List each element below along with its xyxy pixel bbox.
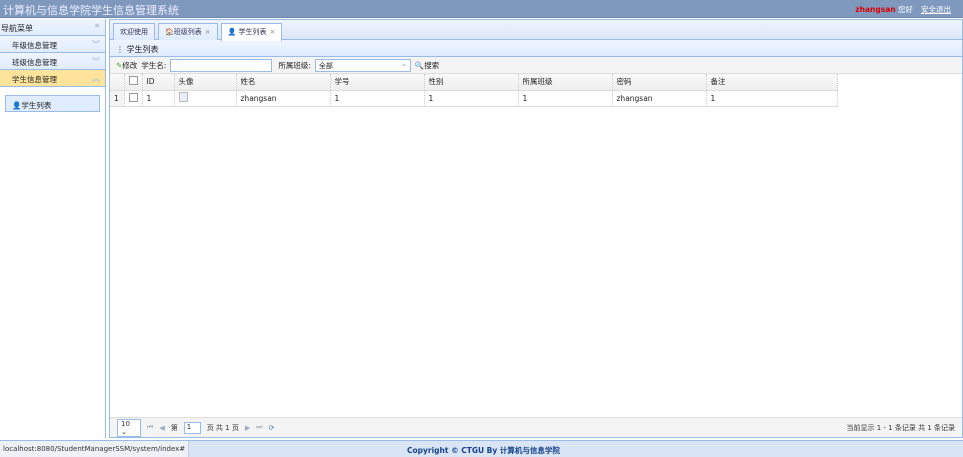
- header: 计算机与信息学院学生信息管理系统 zhangsan 您好 安全退出: [0, 0, 963, 18]
- sidebar-title: 导航菜单 «: [0, 19, 105, 36]
- class-select[interactable]: 全部 ⌄: [314, 58, 411, 72]
- sidebar-subitem-student-list[interactable]: 👤学生列表: [5, 95, 100, 112]
- menu-icon: ⋮: [116, 45, 127, 54]
- tab-label: 欢迎使用: [120, 28, 148, 36]
- user-icon: 👤: [12, 101, 22, 110]
- broken-image-icon: [178, 92, 188, 102]
- page-size-value: 10: [121, 419, 130, 428]
- search-button[interactable]: 🔍搜索: [415, 60, 439, 71]
- page-input[interactable]: 1: [183, 421, 201, 434]
- close-icon[interactable]: ×: [270, 28, 276, 36]
- cell-password: zhangsan: [612, 90, 707, 107]
- sidebar-item-student[interactable]: 学生信息管理 ︽: [0, 70, 105, 87]
- select-all-checkbox[interactable]: [128, 76, 138, 86]
- chevron-down-icon: ⌄: [400, 59, 407, 68]
- col-password[interactable]: 密码: [612, 74, 707, 91]
- panel-title: ⋮ 学生列表: [110, 40, 962, 57]
- page-size-select[interactable]: 10 ⌄: [117, 418, 141, 437]
- tab-student-list[interactable]: 👤 学生列表 ×: [220, 23, 283, 41]
- sidebar-item-label: 班级信息管理: [12, 58, 57, 67]
- col-avatar[interactable]: 头像: [174, 74, 237, 91]
- chevron-up-icon: ︽: [92, 74, 100, 83]
- home-icon: 🏠: [165, 28, 174, 36]
- class-select-value: 全部: [318, 61, 333, 70]
- collapse-icon[interactable]: «: [94, 21, 100, 31]
- select-all-checkbox-cell: [124, 74, 143, 91]
- toolbar: ✎修改 学生名: 所属班级: 全部 ⌄ 🔍搜索: [110, 57, 962, 74]
- page-suffix: 页 共 1 页: [206, 423, 239, 432]
- cell-name: zhangsan: [236, 90, 331, 107]
- edit-label: 修改: [122, 60, 138, 70]
- table-header: ID 头像 姓名 学号 性别 所属班级 密码 备注: [110, 74, 838, 91]
- close-icon[interactable]: ×: [205, 28, 211, 36]
- prev-page-icon[interactable]: ◀: [159, 424, 164, 432]
- page-prefix: 第: [170, 423, 178, 432]
- pagination-info: 当前显示 1 - 1 条记录 共 1 条记录: [846, 423, 955, 432]
- panel-title-text: 学生列表: [126, 45, 159, 54]
- col-class[interactable]: 所属班级: [518, 74, 613, 91]
- sidebar-title-text: 导航菜单: [1, 24, 33, 33]
- chevron-down-icon: ︾: [92, 40, 100, 49]
- cell-class: 1: [518, 90, 613, 107]
- row-number: 1: [110, 90, 125, 107]
- col-id[interactable]: ID: [142, 74, 175, 91]
- col-sex[interactable]: 性别: [424, 74, 519, 91]
- refresh-icon[interactable]: ⟳: [269, 424, 275, 432]
- app-title: 计算机与信息学院学生信息管理系统: [3, 4, 179, 17]
- sidebar-item-label: 年级信息管理: [12, 41, 57, 50]
- pagination: 10 ⌄ ⏮ ◀ 第 1 页 共 1 页 ▶ ⏭ ⟳ 当前显示 1 - 1 条记…: [110, 417, 962, 437]
- status-url: localhost:8080/StudentManagerSSM/system/…: [0, 441, 190, 457]
- user-icon: 👤: [227, 28, 237, 36]
- greeting: 您好: [898, 5, 913, 14]
- table-row[interactable]: 1 1 zhangsan 1 1 1 zhangsan 1: [110, 90, 838, 107]
- row-checkbox[interactable]: [128, 92, 138, 102]
- tab-class-list[interactable]: 🏠班级列表 ×: [158, 23, 218, 40]
- search-icon: 🔍: [414, 60, 425, 70]
- col-remark[interactable]: 备注: [706, 74, 838, 91]
- col-name[interactable]: 姓名: [236, 74, 331, 91]
- cell-id: 1: [142, 90, 175, 107]
- tab-welcome[interactable]: 欢迎使用: [113, 23, 155, 40]
- row-checkbox-cell: [124, 90, 143, 107]
- tab-label: 班级列表: [173, 28, 202, 36]
- student-name-input[interactable]: [170, 58, 273, 72]
- logout-link[interactable]: 安全退出: [921, 5, 951, 14]
- first-page-icon[interactable]: ⏮: [147, 423, 153, 432]
- cell-sn: 1: [330, 90, 425, 107]
- cell-sex: 1: [424, 90, 519, 107]
- subitem-label: 学生列表: [21, 101, 52, 110]
- footer: localhost:8080/StudentManagerSSM/system/…: [0, 440, 963, 457]
- tab-bar: 欢迎使用 🏠班级列表 × 👤 学生列表 ×: [110, 20, 962, 41]
- name-label: 学生名:: [141, 60, 167, 70]
- sidebar: 导航菜单 « 年级信息管理 ︾ 班级信息管理 ︾ 学生信息管理 ︽ 👤学生列表: [0, 19, 106, 438]
- chevron-down-icon: ︾: [92, 57, 100, 66]
- col-sn[interactable]: 学号: [330, 74, 425, 91]
- sidebar-item-grade[interactable]: 年级信息管理 ︾: [0, 36, 105, 53]
- cell-remark: 1: [706, 90, 838, 107]
- tab-label: 学生列表: [238, 28, 267, 36]
- cell-avatar: [174, 90, 237, 107]
- sidebar-item-label: 学生信息管理: [12, 75, 57, 84]
- last-page-icon[interactable]: ⏭: [256, 423, 262, 432]
- row-number-header: [110, 74, 125, 91]
- copyright: Copyright © CTGU By 计算机与信息学院: [407, 446, 560, 455]
- username: zhangsan: [855, 5, 896, 14]
- sidebar-item-class[interactable]: 班级信息管理 ︾: [0, 53, 105, 70]
- class-label: 所属班级:: [278, 60, 311, 70]
- edit-button[interactable]: ✎修改: [116, 60, 137, 71]
- main-panel: 欢迎使用 🏠班级列表 × 👤 学生列表 × ⋮ 学生列表 ✎修改 学生名: 所属班级…: [109, 19, 963, 438]
- search-label: 搜索: [424, 60, 440, 70]
- user-info: zhangsan 您好 安全退出: [855, 4, 951, 15]
- student-table: ID 头像 姓名 学号 性别 所属班级 密码 备注 1 1 zhangsan 1…: [110, 74, 838, 107]
- next-page-icon[interactable]: ▶: [245, 424, 250, 432]
